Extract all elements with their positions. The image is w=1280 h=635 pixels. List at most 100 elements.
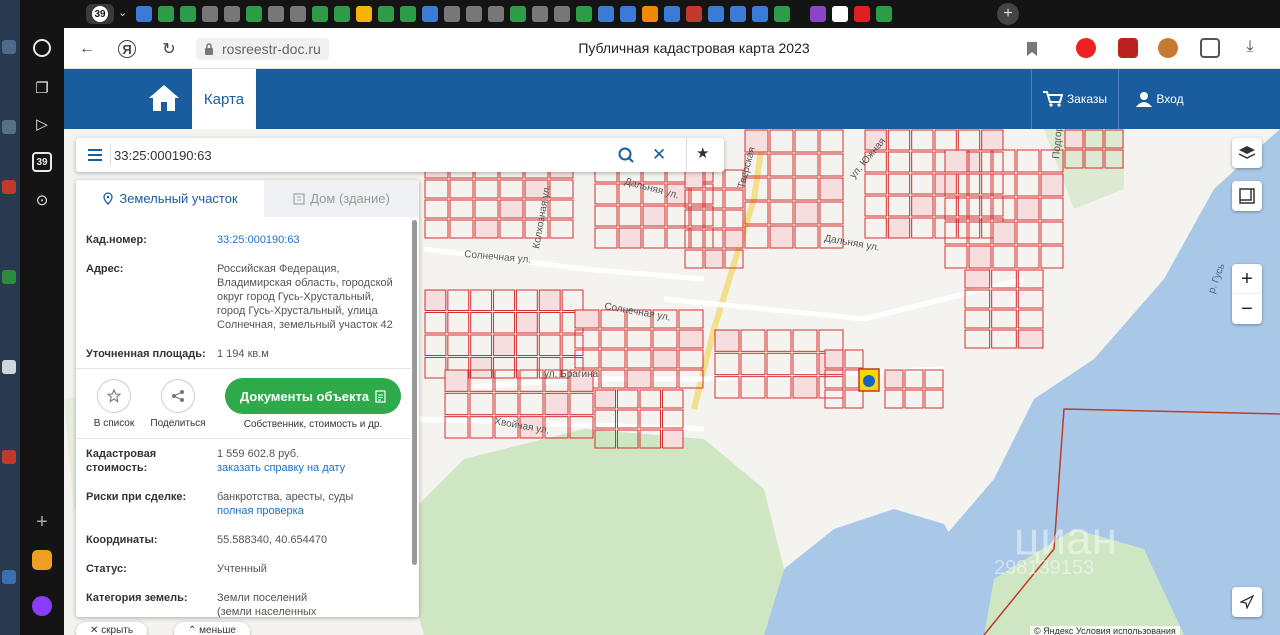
parcel-outline[interactable]	[724, 189, 744, 209]
parcel-outline[interactable]	[470, 312, 493, 334]
parcel-outline[interactable]	[639, 389, 661, 409]
reader-icon[interactable]	[1200, 38, 1220, 58]
tab-favicon[interactable]	[620, 6, 636, 22]
parcel-outline[interactable]	[992, 221, 1016, 245]
parcel-outline[interactable]	[424, 289, 447, 311]
parcel-outline[interactable]	[424, 334, 447, 356]
play-icon[interactable]: ▷	[32, 114, 52, 134]
messenger-icon[interactable]	[32, 550, 52, 570]
parcel-outline[interactable]	[704, 229, 724, 249]
parcel-outline[interactable]	[887, 151, 911, 173]
parcel-outline[interactable]	[499, 179, 524, 199]
parcel-outline[interactable]	[740, 329, 766, 352]
parcel-outline[interactable]	[1064, 129, 1084, 149]
parcel-outline[interactable]	[594, 389, 616, 409]
parcel-outline[interactable]	[561, 289, 584, 311]
parcel-outline[interactable]	[724, 209, 744, 229]
tab-favicon[interactable]	[422, 6, 438, 22]
tab-favicon[interactable]	[876, 6, 892, 22]
parcel-outline[interactable]	[957, 129, 981, 151]
parcel-outline[interactable]	[992, 245, 1016, 269]
shield-icon[interactable]	[1076, 38, 1096, 58]
parcel-outline[interactable]	[474, 219, 499, 239]
parcel-outline[interactable]	[934, 217, 957, 239]
parcel-outline[interactable]	[594, 183, 618, 205]
parcel-outline[interactable]	[968, 245, 992, 269]
parcel-outline[interactable]	[684, 229, 704, 249]
parcel-outline[interactable]	[766, 352, 792, 376]
parcel-outline[interactable]	[424, 199, 449, 219]
parcel-outline[interactable]	[704, 209, 724, 229]
parcel-outline[interactable]	[470, 289, 493, 311]
parcel-outline[interactable]	[618, 205, 642, 227]
tab-favicon[interactable]	[532, 6, 548, 22]
cad-num-value[interactable]: 33:25:000190:63	[217, 233, 407, 247]
parcel-outline[interactable]	[617, 389, 639, 409]
parcel-outline[interactable]	[684, 169, 704, 189]
search-icon[interactable]	[618, 147, 634, 163]
tab-favicon[interactable]	[290, 6, 306, 22]
parcel-outline[interactable]	[515, 312, 538, 334]
tab-favicon[interactable]	[356, 6, 372, 22]
tab-favicon[interactable]	[136, 6, 152, 22]
parcel-outline[interactable]	[594, 227, 618, 249]
parcel-outline[interactable]	[538, 312, 561, 334]
parcel-outline[interactable]	[449, 219, 474, 239]
parcel-outline[interactable]	[549, 199, 574, 219]
parcel-outline[interactable]	[964, 269, 991, 289]
back-icon[interactable]: ←	[76, 38, 98, 60]
tab-favicon[interactable]	[708, 6, 724, 22]
parcel-outline[interactable]	[499, 199, 524, 219]
parcel-outline[interactable]	[515, 289, 538, 311]
parcel-outline[interactable]	[818, 329, 844, 352]
parcel-outline[interactable]	[714, 329, 740, 352]
parcel-outline[interactable]	[447, 312, 470, 334]
parcel-outline[interactable]	[449, 179, 474, 199]
parcel-outline[interactable]	[934, 129, 957, 151]
parcel-outline[interactable]	[934, 195, 957, 217]
parcel-outline[interactable]	[794, 153, 819, 177]
parcel-outline[interactable]	[1016, 197, 1040, 221]
parcel-outline[interactable]	[792, 329, 818, 352]
tab-favicon[interactable]	[554, 6, 570, 22]
full-check-link[interactable]: полная проверка	[217, 505, 304, 517]
parcel-outline[interactable]	[474, 199, 499, 219]
parcel-outline[interactable]	[769, 153, 794, 177]
parcel-outline[interactable]	[1017, 309, 1044, 329]
parcel-outline[interactable]	[819, 177, 844, 201]
desktop-icon[interactable]	[2, 120, 16, 134]
measure-icon[interactable]	[1232, 181, 1262, 211]
parcel-outline[interactable]	[662, 429, 684, 449]
history-icon[interactable]	[32, 38, 52, 58]
parcel-outline[interactable]	[911, 195, 934, 217]
parcel-outline[interactable]	[818, 376, 844, 399]
parcel-outline[interactable]	[887, 173, 911, 195]
parcel-outline[interactable]	[740, 376, 766, 399]
extension-icon[interactable]	[1118, 38, 1138, 58]
parcel-marker-icon[interactable]	[863, 375, 875, 387]
parcel-outline[interactable]	[864, 195, 887, 217]
parcel-outline[interactable]	[642, 227, 666, 249]
parcel-outline[interactable]	[600, 329, 626, 349]
parcel-outline[interactable]	[1016, 149, 1040, 173]
parcel-outline[interactable]	[904, 389, 924, 409]
chevron-down-icon[interactable]: ⌄	[118, 6, 127, 19]
parcel-outline[interactable]	[626, 329, 652, 349]
menu-icon[interactable]	[88, 149, 102, 161]
parcel-outline[interactable]	[924, 389, 944, 409]
tab-map[interactable]: Карта	[192, 69, 256, 129]
parcel-outline[interactable]	[981, 195, 1004, 217]
parcel-outline[interactable]	[1040, 197, 1064, 221]
parcel-outline[interactable]	[991, 289, 1017, 309]
extension-icon[interactable]	[1158, 38, 1178, 58]
parcel-outline[interactable]	[678, 349, 704, 369]
desktop-icon[interactable]	[2, 360, 16, 374]
parcel-outline[interactable]	[447, 289, 470, 311]
parcel-outline[interactable]	[626, 349, 652, 369]
geolocation-icon[interactable]	[1232, 587, 1262, 617]
screenshot-icon[interactable]: ⊙	[32, 190, 52, 210]
orders-button[interactable]: Заказы	[1031, 69, 1119, 129]
parcel-outline[interactable]	[470, 334, 493, 356]
login-button[interactable]: Вход	[1120, 69, 1200, 129]
tab-favicon[interactable]	[832, 6, 848, 22]
